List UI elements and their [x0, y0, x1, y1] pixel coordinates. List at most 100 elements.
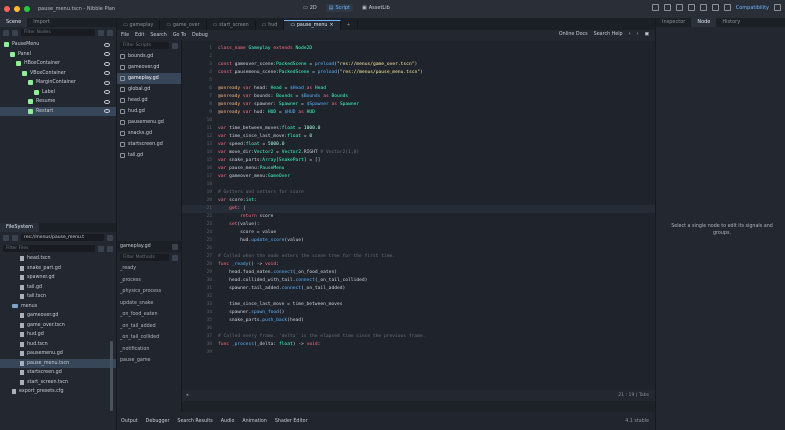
scene-node[interactable]: MarginContainer — [0, 78, 116, 88]
file-item[interactable]: spawner.gd — [0, 273, 116, 283]
filter-files-input[interactable]: Filter Files — [3, 245, 95, 252]
close-tab-icon[interactable]: × — [329, 23, 333, 28]
warnings-icon[interactable]: ◂ — [186, 393, 188, 398]
method-list-item[interactable]: _on_tail_added — [117, 321, 181, 333]
folder-item[interactable]: menus — [0, 302, 116, 312]
forward-icon[interactable] — [12, 234, 18, 241]
filter-scripts-input[interactable]: Filter Scripts — [120, 42, 169, 49]
file-item[interactable]: tail.tscn — [0, 292, 116, 302]
play-icon[interactable] — [663, 4, 671, 11]
tab-filesystem[interactable]: FileSystem — [0, 223, 40, 232]
workspace-script[interactable]: ▤ Script — [325, 4, 354, 12]
scene-node[interactable]: Resume — [0, 97, 116, 107]
tab-shader-editor[interactable]: Shader Editor — [275, 419, 308, 424]
visibility-icon[interactable] — [104, 80, 110, 85]
scene-tab[interactable]: ▭ gameplay — [117, 20, 161, 30]
scene-node[interactable]: PauseMenu — [0, 40, 116, 50]
prev-script-icon[interactable]: ‹ — [629, 32, 631, 37]
toggle-view-icon[interactable] — [107, 234, 113, 241]
script-list-item[interactable]: gameplay.gd — [117, 73, 181, 84]
close-window-button[interactable] — [4, 6, 10, 12]
pause-icon[interactable] — [675, 4, 683, 11]
method-list-item[interactable]: _physics_process — [117, 286, 181, 298]
tab-output[interactable]: Output — [121, 419, 138, 424]
path-field[interactable]: res://menus/pause_menu.t — [21, 234, 104, 241]
workspace-assetlib[interactable]: ▣ AssetLib — [359, 4, 393, 12]
scene-node[interactable]: HBoxContainer — [0, 59, 116, 69]
remote-debug-icon[interactable] — [699, 4, 707, 11]
filesystem-scrollbar[interactable] — [110, 341, 113, 411]
add-scene-tab-button[interactable]: + — [341, 20, 358, 30]
add-node-icon[interactable] — [3, 29, 9, 36]
file-item[interactable]: head.tscn — [0, 254, 116, 264]
renderer-selector[interactable]: Compatibility — [736, 5, 769, 11]
script-list-item[interactable]: hud.gd — [117, 106, 181, 117]
sort-scripts-icon[interactable] — [172, 42, 178, 49]
menu-edit[interactable]: Edit — [135, 33, 144, 38]
back-icon[interactable] — [3, 234, 9, 241]
online-docs-link[interactable]: Online Docs — [559, 32, 588, 37]
scene-tab[interactable]: ▭ game_over — [160, 20, 207, 30]
script-list-item[interactable]: gameover.gd — [117, 62, 181, 73]
file-item[interactable]: pause_menu.tscn — [0, 358, 116, 368]
menu-goto[interactable]: Go To — [173, 33, 186, 38]
visibility-icon[interactable] — [104, 71, 110, 76]
scene-node[interactable]: Restart — [0, 106, 116, 116]
tab-inspector[interactable]: Inspector — [656, 18, 691, 27]
visibility-icon[interactable] — [104, 109, 110, 114]
next-script-icon[interactable]: › — [637, 32, 639, 37]
stop-icon[interactable] — [687, 4, 695, 11]
tab-debugger[interactable]: Debugger — [146, 419, 170, 424]
file-item[interactable]: tail.gd — [0, 283, 116, 293]
script-list-item[interactable]: bounds.gd — [117, 51, 181, 62]
play-scene-icon[interactable] — [711, 4, 719, 11]
method-list-item[interactable]: update_snake — [117, 298, 181, 310]
script-list-item[interactable]: head.gd — [117, 95, 181, 106]
file-item[interactable]: hud.gd — [0, 330, 116, 340]
method-list-item[interactable]: _on_food_eaten — [117, 309, 181, 321]
file-item[interactable]: start_screen.tscn — [0, 378, 116, 388]
file-item[interactable]: snake_part.gd — [0, 264, 116, 274]
link-icon[interactable] — [12, 29, 18, 36]
scene-tab[interactable]: ▭ start_screen — [207, 20, 256, 30]
visibility-icon[interactable] — [104, 42, 110, 47]
file-item[interactable]: export_presets.cfg — [0, 387, 116, 397]
maximize-window-button[interactable] — [24, 6, 30, 12]
tab-scene[interactable]: Scene — [0, 18, 28, 27]
tab-import[interactable]: Import — [27, 18, 56, 27]
workspace-2d[interactable]: ▭ 2D — [300, 4, 320, 12]
file-item[interactable]: pausemenu.gd — [0, 349, 116, 359]
search-help-button[interactable]: Search Help — [594, 32, 623, 37]
scene-node[interactable]: Label — [0, 88, 116, 98]
visibility-icon[interactable] — [104, 90, 110, 95]
tab-node[interactable]: Node — [691, 18, 717, 27]
float-editor-icon[interactable]: ▣ — [644, 32, 649, 37]
file-item[interactable]: game_over.tscn — [0, 321, 116, 331]
file-item[interactable]: hud.tscn — [0, 340, 116, 350]
file-item[interactable]: gameover.gd — [0, 311, 116, 321]
method-list-item[interactable]: _ready — [117, 263, 181, 275]
visibility-icon[interactable] — [104, 61, 110, 66]
menu-file[interactable]: File — [121, 33, 129, 38]
minimize-window-button[interactable] — [14, 6, 20, 12]
menu-debug[interactable]: Debug — [192, 33, 208, 38]
filter-methods-input[interactable]: Filter Methods — [120, 254, 169, 261]
movie-maker-icon[interactable] — [723, 4, 731, 11]
script-list-item[interactable]: snacks.gd — [117, 128, 181, 139]
scene-tab[interactable]: ▭ pause_menu × — [284, 20, 341, 30]
script-list-item[interactable]: startscreen.gd — [117, 139, 181, 150]
renderer-dropdown-icon[interactable] — [774, 4, 781, 11]
filter-nodes-input[interactable]: Filter Nodes — [21, 29, 95, 36]
script-list-item[interactable]: pausemenu.gd — [117, 117, 181, 128]
script-list-item[interactable]: tail.gd — [117, 150, 181, 161]
tab-history[interactable]: History — [716, 18, 746, 27]
toggle-scripts-panel-icon[interactable] — [172, 243, 178, 250]
menu-search[interactable]: Search — [150, 33, 166, 38]
method-list-item[interactable]: _notification — [117, 344, 181, 356]
scene-options-icon[interactable] — [107, 29, 113, 36]
scene-node[interactable]: Panel — [0, 50, 116, 60]
script-list-item[interactable]: global.gd — [117, 84, 181, 95]
sort-methods-icon[interactable] — [172, 254, 178, 261]
layout-icon[interactable] — [651, 4, 659, 11]
code-editor[interactable]: 1 class_name Gameplay extends Node2D 2 3 con… — [182, 41, 655, 390]
